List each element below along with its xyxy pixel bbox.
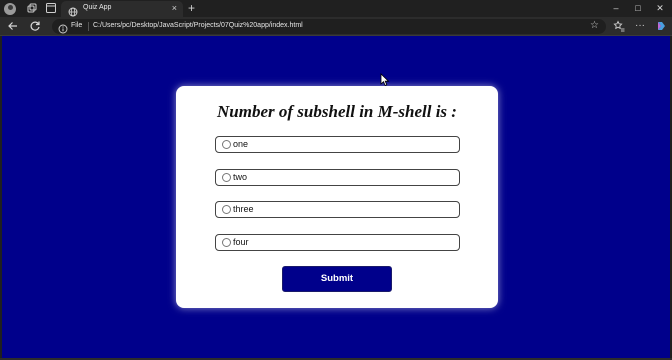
back-icon[interactable] <box>6 19 20 33</box>
workspaces-icon[interactable] <box>26 2 38 14</box>
minimize-button[interactable]: – <box>609 1 623 15</box>
option-label: four <box>233 237 249 247</box>
star-icon[interactable]: ☆ <box>590 20 599 32</box>
address-scheme-label: File <box>71 22 83 29</box>
question-title: Number of subshell in M-shell is : <box>217 102 457 121</box>
address-url[interactable]: C:/Users/pc/Desktop/JavaScript/Projects/… <box>93 22 303 29</box>
submit-button[interactable]: Submit <box>282 266 392 292</box>
option-label: one <box>233 139 249 149</box>
tab-close-icon[interactable]: × <box>172 3 177 14</box>
browser-toolbar: File C:/Users/pc/Desktop/JavaScript/Proj… <box>0 17 672 36</box>
option-one[interactable]: one <box>215 136 460 153</box>
tab-quiz-app[interactable]: Quiz App × <box>61 1 183 17</box>
option-four[interactable]: four <box>215 234 460 251</box>
option-label: two <box>233 172 248 182</box>
profile-icon[interactable] <box>4 3 16 15</box>
tab-strip: Quiz App × + – □ ✕ <box>0 0 672 17</box>
new-tab-button[interactable]: + <box>188 1 195 15</box>
radio-one[interactable] <box>222 140 231 149</box>
option-label: three <box>233 204 254 214</box>
tab-title: Quiz App <box>83 4 112 11</box>
info-icon[interactable] <box>58 21 68 34</box>
radio-four[interactable] <box>222 238 231 247</box>
copilot-icon[interactable] <box>654 19 668 33</box>
close-window-button[interactable]: ✕ <box>653 1 667 15</box>
more-icon[interactable]: ··· <box>633 19 647 33</box>
address-divider <box>88 22 89 31</box>
address-bar[interactable]: File C:/Users/pc/Desktop/JavaScript/Proj… <box>52 19 606 34</box>
quiz-card: Number of subshell in M-shell is : one t… <box>176 86 498 308</box>
radio-two[interactable] <box>222 173 231 182</box>
refresh-icon[interactable] <box>28 19 42 33</box>
globe-icon <box>68 4 78 17</box>
favorites-icon[interactable] <box>612 19 626 33</box>
option-two[interactable]: two <box>215 169 460 186</box>
mouse-cursor-icon <box>380 73 390 87</box>
tab-actions-icon[interactable] <box>45 2 57 14</box>
option-three[interactable]: three <box>215 201 460 218</box>
maximize-button[interactable]: □ <box>631 1 645 15</box>
radio-three[interactable] <box>222 205 231 214</box>
page-viewport: Number of subshell in M-shell is : one t… <box>2 36 670 358</box>
